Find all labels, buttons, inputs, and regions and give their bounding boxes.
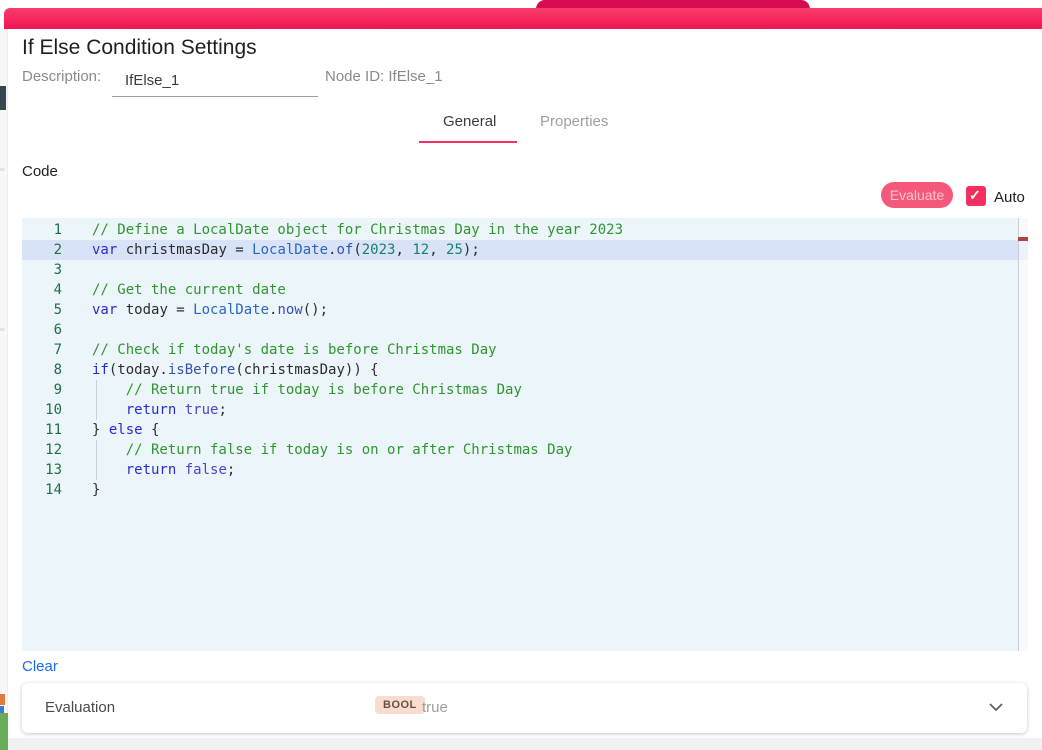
- line-number: 3: [22, 260, 68, 280]
- description-label: Description:: [22, 68, 101, 85]
- code-line-3[interactable]: 3: [22, 260, 1028, 280]
- code-text: return false;: [92, 460, 235, 480]
- line-number: 9: [22, 380, 68, 400]
- line-number: 5: [22, 300, 68, 320]
- active-tab-underline: [419, 141, 517, 143]
- evaluate-button[interactable]: Evaluate: [881, 182, 953, 208]
- evaluation-type-badge: BOOL: [375, 696, 425, 714]
- background-dark-block: [0, 86, 6, 110]
- background-line: [0, 168, 5, 171]
- code-line-7[interactable]: 7 // Check if today's date is before Chri…: [22, 340, 1028, 360]
- chevron-down-icon[interactable]: [988, 701, 1004, 713]
- code-text: if(today.isBefore(christmasDay)) {: [92, 360, 379, 380]
- code-editor-lines: 1 // Define a LocalDate object for Christ…: [22, 220, 1028, 500]
- line-number: 1: [22, 220, 68, 240]
- editor-scrollbar[interactable]: [1018, 218, 1028, 651]
- background-orange-mark: [0, 694, 5, 705]
- modal-top-bar: [4, 8, 1042, 29]
- line-number: 2: [22, 240, 68, 260]
- code-line-8[interactable]: 8 if(today.isBefore(christmasDay)) {: [22, 360, 1028, 380]
- node-id-text: Node ID: IfElse_1: [325, 68, 443, 85]
- description-input[interactable]: [112, 65, 318, 97]
- page-background-strip: [0, 738, 1042, 750]
- line-number: 11: [22, 420, 68, 440]
- top-white-strip: [0, 0, 1042, 8]
- line-number: 8: [22, 360, 68, 380]
- clear-link[interactable]: Clear: [22, 658, 58, 675]
- code-line-13[interactable]: 13 return false;: [22, 460, 1028, 480]
- auto-checkbox[interactable]: [966, 186, 986, 206]
- evaluation-label: Evaluation: [45, 699, 115, 716]
- code-line-9[interactable]: 9 // Return true if today is before Chri…: [22, 380, 1028, 400]
- indent-guide: [96, 380, 97, 400]
- evaluation-accordion[interactable]: Evaluation BOOL true: [22, 683, 1027, 733]
- code-section-label: Code: [22, 163, 58, 180]
- code-line-4[interactable]: 4 // Get the current date: [22, 280, 1028, 300]
- dialog-title: If Else Condition Settings: [22, 36, 257, 60]
- background-green-block: [0, 713, 8, 750]
- code-line-1[interactable]: 1 // Define a LocalDate object for Christ…: [22, 220, 1028, 240]
- code-line-12[interactable]: 12 // Return false if today is on or aft…: [22, 440, 1028, 460]
- tab-general[interactable]: General: [443, 113, 496, 130]
- code-line-6[interactable]: 6: [22, 320, 1028, 340]
- if-else-settings-dialog: If Else Condition Settings Description: …: [8, 29, 1042, 738]
- auto-checkbox-label: Auto: [994, 189, 1025, 206]
- code-line-5[interactable]: 5 var today = LocalDate.now();: [22, 300, 1028, 320]
- background-blue-mark: [0, 706, 4, 713]
- code-editor[interactable]: 1 // Define a LocalDate object for Christ…: [22, 218, 1028, 651]
- code-text: var today = LocalDate.now();: [92, 300, 328, 320]
- background-page-sliver: [0, 28, 8, 750]
- code-text: // Return true if today is before Christ…: [92, 380, 522, 400]
- code-text: }: [92, 480, 100, 500]
- line-number: 4: [22, 280, 68, 300]
- code-line-11[interactable]: 11 } else {: [22, 420, 1028, 440]
- line-number: 6: [22, 320, 68, 340]
- evaluation-value: true: [422, 699, 448, 716]
- code-text: return true;: [92, 400, 227, 420]
- code-text: var christmasDay = LocalDate.of(2023, 12…: [92, 240, 480, 260]
- code-text: // Check if today's date is before Chris…: [92, 340, 497, 360]
- code-line-14[interactable]: 14}: [22, 480, 1028, 500]
- line-number: 13: [22, 460, 68, 480]
- line-number: 7: [22, 340, 68, 360]
- line-number: 14: [22, 480, 68, 500]
- code-text: // Return false if today is on or after …: [92, 440, 572, 460]
- code-line-10[interactable]: 10 return true;: [22, 400, 1028, 420]
- indent-guide: [96, 460, 97, 480]
- editor-overview-marker: [1018, 237, 1028, 241]
- code-line-2[interactable]: 2 var christmasDay = LocalDate.of(2023, 1…: [22, 240, 1028, 260]
- code-text: // Define a LocalDate object for Christm…: [92, 220, 623, 240]
- line-number: 12: [22, 440, 68, 460]
- indent-guide: [96, 440, 97, 460]
- line-number: 10: [22, 400, 68, 420]
- indent-guide: [96, 400, 97, 420]
- code-text: } else {: [92, 420, 159, 440]
- background-line: [0, 328, 5, 331]
- tab-properties[interactable]: Properties: [540, 113, 608, 130]
- code-text: // Get the current date: [92, 280, 286, 300]
